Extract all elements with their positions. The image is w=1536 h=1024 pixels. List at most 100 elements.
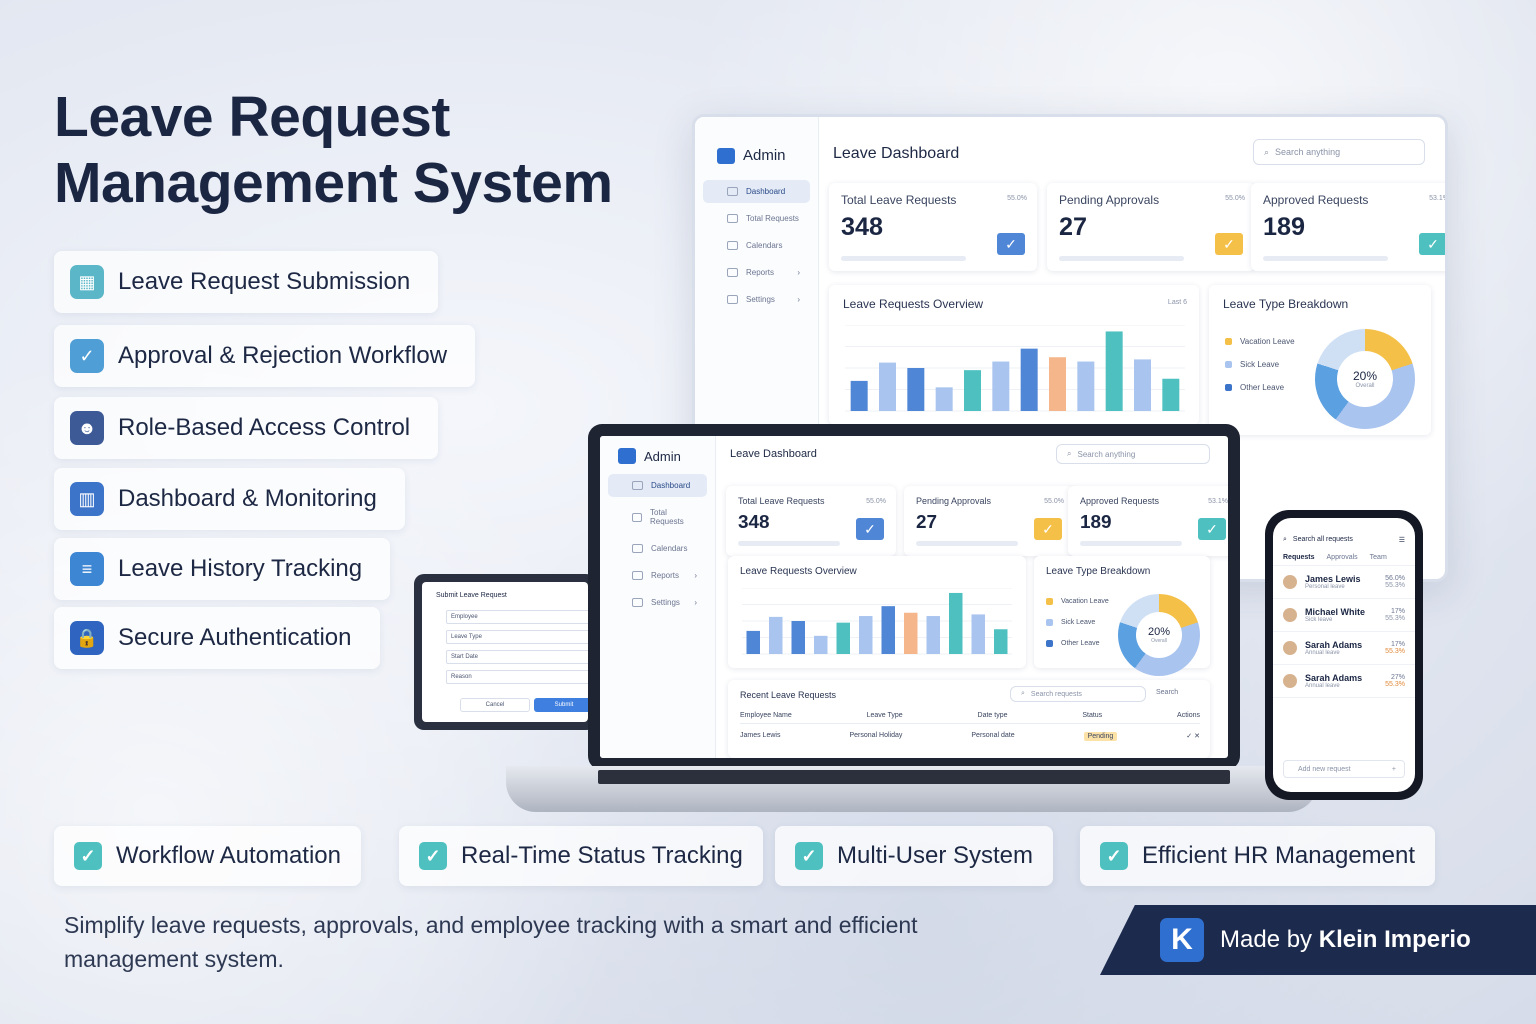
- search-icon: ⌕: [1264, 146, 1270, 157]
- legend-item-2: Other Leave: [1046, 640, 1109, 647]
- brand-logo: K: [1160, 918, 1204, 962]
- stat-progress: [1059, 256, 1184, 261]
- tagline: Simplify leave requests, approvals, and …: [64, 912, 918, 972]
- history-icon: ≡: [70, 552, 104, 586]
- bar-0: [850, 380, 868, 411]
- nav-icon: [727, 241, 738, 250]
- stat-icon: ✓: [1198, 518, 1226, 540]
- nav-icon: [632, 598, 643, 607]
- nav-item-4[interactable]: Settings ›: [703, 288, 810, 311]
- overview-filter[interactable]: Last 6: [1168, 299, 1187, 306]
- nav-icon: [632, 512, 642, 522]
- nav-icon: [632, 571, 643, 580]
- table-header: Actions: [1177, 712, 1200, 719]
- bar-5: [859, 616, 873, 654]
- nav-item-0[interactable]: Dashboard: [703, 180, 810, 203]
- form-field[interactable]: Start Date: [446, 650, 596, 664]
- feature-3: ▥ Dashboard & Monitoring: [54, 468, 405, 530]
- phone-tab-0[interactable]: Requests: [1283, 554, 1315, 561]
- stat-label: Total Leave Requests: [841, 193, 957, 207]
- tablet-device: Submit Leave Request Employee Leave Type S…: [414, 574, 596, 730]
- page-title: Leave Request Management System: [54, 85, 613, 215]
- stat-card-2[interactable]: Approved Requests 189 53.1% ✓: [1068, 486, 1228, 556]
- add-request-button[interactable]: Add new request +: [1283, 760, 1405, 778]
- nav-item-3[interactable]: Reports ›: [703, 261, 810, 284]
- laptop-heading: Leave Dashboard: [730, 448, 817, 460]
- phone-list-item[interactable]: Michael White Sick leave 17% 55.3%: [1273, 599, 1415, 632]
- stat-card-0[interactable]: Total Leave Requests 348 55.0% ✓: [829, 183, 1037, 271]
- stat-percent: 55.0%: [866, 498, 886, 505]
- phone-list-item[interactable]: James Lewis Personal leave 56.0% 55.3%: [1273, 566, 1415, 599]
- nav-icon: [727, 214, 738, 223]
- admin-icon: [618, 448, 636, 464]
- stat-icon: ✓: [1215, 233, 1243, 255]
- recent-filter-button[interactable]: Search: [1156, 689, 1178, 696]
- phone-tab-1[interactable]: Approvals: [1327, 554, 1358, 561]
- bar-1: [879, 362, 896, 411]
- stat-card-1[interactable]: Pending Approvals 27 55.0% ✓: [1047, 183, 1255, 271]
- recent-search-input[interactable]: ⌕ Search requests: [1010, 686, 1146, 702]
- status-badge: Pending: [1083, 732, 1118, 741]
- benefit-3: ✓ Efficient HR Management: [1080, 826, 1436, 886]
- form-field[interactable]: Leave Type: [446, 630, 596, 644]
- checkmark-icon: ✓: [795, 842, 823, 870]
- cancel-button[interactable]: Cancel: [460, 698, 530, 712]
- bar-0: [746, 630, 760, 654]
- avatar: [1283, 674, 1297, 688]
- stat-progress: [841, 256, 966, 261]
- nav-item-2[interactable]: Calendars: [608, 537, 707, 560]
- brand-badge: K Made by Klein Imperio: [1100, 905, 1536, 975]
- approve-icon[interactable]: ✓ ✕: [1186, 732, 1200, 741]
- nav-icon: [727, 295, 738, 304]
- bar-11: [994, 629, 1008, 654]
- laptop-sidebar: Admin Dashboard Total Requests Calendars Re…: [600, 436, 716, 758]
- submit-button[interactable]: Submit: [534, 698, 594, 712]
- nav-item-1[interactable]: Total Requests: [608, 501, 707, 533]
- stat-card-1[interactable]: Pending Approvals 27 55.0% ✓: [904, 486, 1074, 556]
- feature-label: Leave History Tracking: [118, 555, 363, 582]
- phone-list-item[interactable]: Sarah Adams Annual leave 17% 55.3%: [1273, 632, 1415, 665]
- menu-icon: ☰: [1398, 537, 1405, 544]
- bar-10: [1134, 359, 1151, 411]
- stat-card-2[interactable]: Approved Requests 189 53.1% ✓: [1251, 183, 1445, 271]
- search-icon: ⌕: [1283, 536, 1287, 543]
- feature-0: ▦ Leave Request Submission: [54, 251, 439, 313]
- benefit-label: Real-Time Status Tracking: [461, 842, 743, 869]
- nav-item-4[interactable]: Settings ›: [608, 591, 707, 614]
- stat-card-0[interactable]: Total Leave Requests 348 55.0% ✓: [726, 486, 896, 556]
- dashboard-heading: Leave Dashboard: [833, 145, 960, 162]
- chevron-right-icon: ›: [797, 268, 800, 277]
- nav-item-3[interactable]: Reports ›: [608, 564, 707, 587]
- feature-2: ☻ Role-Based Access Control: [54, 397, 439, 459]
- table-row[interactable]: James Lewis Personal Holiday Personal da…: [740, 732, 1200, 741]
- nav-icon: [632, 481, 643, 490]
- nav-item-2[interactable]: Calendars: [703, 234, 810, 257]
- legend-swatch: [1225, 361, 1232, 368]
- overview-panel: Leave Requests Overview Last 6: [829, 285, 1199, 425]
- form-field[interactable]: Reason: [446, 670, 596, 684]
- feature-5: 🔒 Secure Authentication: [54, 607, 380, 669]
- nav-item-0[interactable]: Dashboard: [608, 474, 707, 497]
- table-header: Status: [1082, 712, 1103, 719]
- laptop-search-input[interactable]: ⌕ Search anything: [1056, 444, 1210, 464]
- form-field[interactable]: Employee: [446, 610, 596, 624]
- feature-label: Secure Authentication: [118, 624, 352, 651]
- stat-label: Approved Requests: [1080, 496, 1160, 506]
- table-header: Date type: [977, 712, 1008, 719]
- bar-3: [935, 387, 953, 411]
- legend-swatch: [1046, 619, 1053, 626]
- avatar: [1283, 575, 1297, 589]
- checkmark-icon: ✓: [74, 842, 102, 870]
- bar-4: [964, 370, 981, 411]
- stat-icon: ✓: [1419, 233, 1445, 255]
- benefit-label: Workflow Automation: [116, 842, 341, 869]
- checkbox-icon: ✓: [70, 339, 104, 373]
- dashboard-icon: ▥: [70, 482, 104, 516]
- phone-tab-2[interactable]: Team: [1370, 554, 1387, 561]
- legend-item-1: Sick Leave: [1046, 619, 1109, 626]
- avatar: [1283, 641, 1297, 655]
- phone-list-item[interactable]: Sarah Adams Annual leave 27% 55.3%: [1273, 665, 1415, 698]
- search-input[interactable]: ⌕ Search anything: [1253, 139, 1425, 165]
- bar-11: [1162, 378, 1180, 411]
- nav-item-1[interactable]: Total Requests: [703, 207, 810, 230]
